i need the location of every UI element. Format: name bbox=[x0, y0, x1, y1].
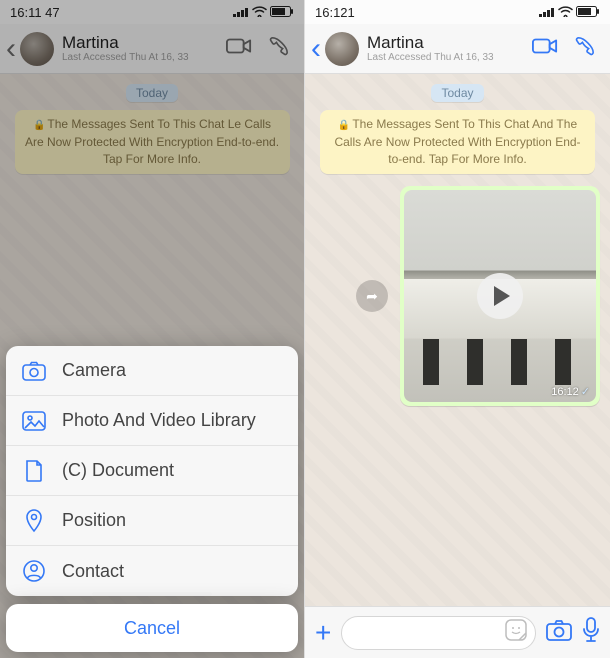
battery-icon bbox=[270, 5, 294, 20]
encryption-text: The Messages Sent To This Chat Le Calls … bbox=[25, 117, 279, 166]
wifi-icon bbox=[252, 5, 267, 20]
sheet-item-library[interactable]: Photo And Video Library bbox=[6, 396, 298, 446]
document-icon bbox=[22, 459, 46, 483]
avatar[interactable] bbox=[325, 32, 359, 66]
camera-button[interactable] bbox=[546, 619, 572, 646]
contact-name: Martina bbox=[367, 34, 532, 51]
back-button[interactable]: ‹ bbox=[6, 34, 16, 64]
lock-icon: 🔒 bbox=[338, 120, 350, 131]
video-call-icon[interactable] bbox=[226, 36, 252, 61]
outgoing-video-message[interactable]: ➦ 16:12 ✓ bbox=[400, 186, 600, 406]
encryption-text: The Messages Sent To This Chat And The C… bbox=[334, 117, 580, 166]
sheet-label: Photo And Video Library bbox=[62, 410, 256, 431]
sheet-item-position[interactable]: Position bbox=[6, 496, 298, 546]
voice-call-icon[interactable] bbox=[266, 36, 292, 61]
attach-button[interactable]: + bbox=[315, 619, 331, 647]
status-bar: 16:11 47 bbox=[0, 0, 304, 24]
encryption-notice[interactable]: 🔒The Messages Sent To This Chat Le Calls… bbox=[15, 110, 290, 174]
screen-chat-with-video: 16:121 ‹ Martina Last Accessed Thu At 16… bbox=[305, 0, 610, 658]
message-input[interactable] bbox=[341, 616, 536, 650]
gallery-icon bbox=[22, 409, 46, 433]
wifi-icon bbox=[558, 5, 573, 20]
encryption-notice[interactable]: 🔒The Messages Sent To This Chat And The … bbox=[320, 110, 595, 174]
sheet-label: Contact bbox=[62, 561, 124, 582]
battery-icon bbox=[576, 5, 600, 20]
mic-button[interactable] bbox=[582, 617, 600, 648]
sheet-options: Camera Photo And Video Library (C) Docum… bbox=[6, 346, 298, 596]
chat-header: ‹ Martina Last Accessed Thu At 16, 33 bbox=[305, 24, 610, 74]
header-text[interactable]: Martina Last Accessed Thu At 16, 33 bbox=[62, 34, 226, 64]
status-bar: 16:121 bbox=[305, 0, 610, 24]
status-time: 16:11 47 bbox=[10, 5, 60, 20]
back-button[interactable]: ‹ bbox=[311, 34, 321, 64]
avatar[interactable] bbox=[20, 32, 54, 66]
lock-icon: 🔒 bbox=[33, 120, 45, 131]
read-tick-icon: ✓ bbox=[581, 385, 590, 398]
contact-icon bbox=[22, 559, 46, 583]
sticker-icon[interactable] bbox=[505, 619, 527, 646]
signal-icon bbox=[539, 5, 555, 20]
cancel-label: Cancel bbox=[124, 618, 180, 639]
sheet-item-contact[interactable]: Contact bbox=[6, 546, 298, 596]
voice-call-icon[interactable] bbox=[572, 36, 598, 61]
sheet-item-document[interactable]: (C) Document bbox=[6, 446, 298, 496]
date-pill: Today bbox=[431, 84, 483, 102]
attachment-action-sheet: Camera Photo And Video Library (C) Docum… bbox=[6, 346, 298, 652]
sheet-label: Position bbox=[62, 510, 126, 531]
location-pin-icon bbox=[22, 509, 46, 533]
contact-name: Martina bbox=[62, 34, 226, 51]
status-right bbox=[539, 5, 600, 20]
header-text[interactable]: Martina Last Accessed Thu At 16, 33 bbox=[367, 34, 532, 64]
last-seen: Last Accessed Thu At 16, 33 bbox=[367, 51, 532, 64]
sheet-label: Camera bbox=[62, 360, 126, 381]
video-call-icon[interactable] bbox=[532, 36, 558, 61]
video-thumbnail[interactable]: 16:12 ✓ bbox=[404, 190, 596, 402]
play-icon[interactable] bbox=[477, 273, 523, 319]
last-seen: Last Accessed Thu At 16, 33 bbox=[62, 51, 226, 64]
sheet-item-camera[interactable]: Camera bbox=[6, 346, 298, 396]
sheet-label: (C) Document bbox=[62, 460, 174, 481]
signal-icon bbox=[233, 5, 249, 20]
screen-attachment-sheet: 16:11 47 ‹ Martina Last Accessed Thu At … bbox=[0, 0, 305, 658]
sheet-cancel-button[interactable]: Cancel bbox=[6, 604, 298, 652]
date-pill: Today bbox=[126, 84, 178, 102]
chat-body[interactable]: Today 🔒The Messages Sent To This Chat An… bbox=[305, 74, 610, 606]
message-timestamp: 16:12 ✓ bbox=[551, 385, 590, 398]
status-right bbox=[233, 5, 294, 20]
input-bar: + bbox=[305, 606, 610, 658]
chat-header: ‹ Martina Last Accessed Thu At 16, 33 bbox=[0, 24, 304, 74]
forward-icon[interactable]: ➦ bbox=[356, 280, 388, 312]
camera-icon bbox=[22, 359, 46, 383]
status-time: 16:121 bbox=[315, 5, 355, 20]
